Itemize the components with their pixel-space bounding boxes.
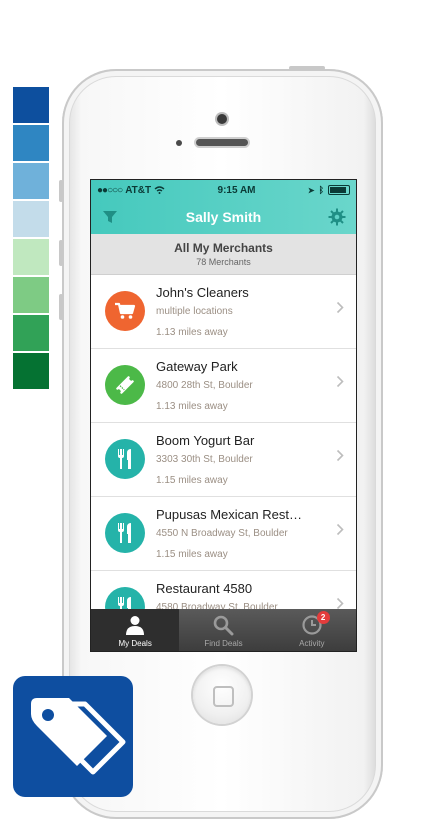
merchant-distance: 1.13 miles away xyxy=(156,327,228,338)
person-icon xyxy=(126,616,145,635)
volume-down-button xyxy=(59,294,63,320)
merchant-name: Restaurant 4580 xyxy=(156,581,253,596)
status-time: 9:15 AM xyxy=(217,184,256,196)
chevron-right-icon xyxy=(336,301,344,314)
merchant-address: 4800 28th St, Boulder xyxy=(156,380,253,391)
merchant-distance: 1.13 miles away xyxy=(156,401,228,412)
camera-icon xyxy=(217,114,227,124)
tab-bar: My Deals Find Deals 2 Activity xyxy=(91,609,356,651)
merchant-row[interactable]: John's Cleaners multiple locations 1.13 … xyxy=(91,275,356,349)
page-title: Sally Smith xyxy=(185,209,262,225)
merchant-row[interactable]: Pupusas Mexican Rest… 4550 N Broadway St… xyxy=(91,497,356,571)
filter-icon xyxy=(103,211,117,223)
merchant-name: Pupusas Mexican Rest… xyxy=(156,507,302,522)
cart-icon xyxy=(115,302,136,319)
merchant-name: John's Cleaners xyxy=(156,285,249,300)
merchant-address: multiple locations xyxy=(156,306,233,317)
palette-swatch xyxy=(13,87,49,123)
merchant-address: 4550 N Broadway St, Boulder xyxy=(156,528,288,539)
app-screen: ●●○○○ AT&T 9:15 AM ➤ ᛒ Sally Smith All M… xyxy=(90,179,357,652)
gear-icon xyxy=(328,208,346,226)
nav-bar: Sally Smith xyxy=(91,200,356,234)
price-tags-icon xyxy=(31,698,126,775)
battery-icon xyxy=(328,185,350,195)
wifi-icon xyxy=(154,186,165,194)
speaker-grille xyxy=(196,139,248,146)
color-palette xyxy=(13,87,49,391)
merchant-count: 78 Merchants xyxy=(196,257,251,267)
tab-find-deals[interactable]: Find Deals xyxy=(179,609,267,651)
merchant-row[interactable]: Boom Yogurt Bar 3303 30th St, Boulder 1.… xyxy=(91,423,356,497)
carrier-label: AT&T xyxy=(125,184,152,196)
search-icon xyxy=(214,615,234,636)
tab-label: My Deals xyxy=(118,639,152,648)
palette-swatch xyxy=(13,239,49,275)
section-title: All My Merchants xyxy=(174,241,273,255)
tab-label: Activity xyxy=(299,639,325,648)
merchant-distance: 1.15 miles away xyxy=(156,549,228,560)
merchant-icon-badge xyxy=(105,365,145,405)
palette-swatch xyxy=(13,277,49,313)
merchant-icon-badge xyxy=(105,439,145,479)
palette-swatch xyxy=(13,315,49,351)
merchant-icon-badge xyxy=(105,291,145,331)
palette-swatch xyxy=(13,163,49,199)
proximity-sensor xyxy=(176,140,182,146)
merchant-name: Gateway Park xyxy=(156,359,238,374)
fork-knife-icon xyxy=(118,449,131,469)
power-button xyxy=(289,66,325,70)
palette-swatch xyxy=(13,201,49,237)
mute-switch xyxy=(59,180,63,202)
bluetooth-icon: ᛒ xyxy=(318,185,324,195)
chevron-right-icon xyxy=(336,449,344,462)
palette-swatch xyxy=(13,125,49,161)
section-header: All My Merchants 78 Merchants xyxy=(91,234,356,275)
activity-badge: 2 xyxy=(316,611,330,624)
signal-icon: ●●○○○ xyxy=(97,184,123,196)
chevron-right-icon xyxy=(336,523,344,536)
palette-swatch xyxy=(13,353,49,389)
tab-label: Find Deals xyxy=(204,639,243,648)
merchant-icon-badge xyxy=(105,513,145,553)
tab-activity[interactable]: 2 Activity xyxy=(268,609,356,651)
tab-my-deals[interactable]: My Deals xyxy=(91,609,180,651)
merchant-distance: 1.15 miles away xyxy=(156,475,228,486)
merchant-name: Boom Yogurt Bar xyxy=(156,433,255,448)
filter-button[interactable] xyxy=(99,206,121,228)
settings-button[interactable] xyxy=(326,206,348,228)
volume-up-button xyxy=(59,240,63,266)
fork-knife-icon xyxy=(118,523,131,543)
home-square-icon xyxy=(213,686,234,707)
app-logo xyxy=(13,676,133,797)
merchant-list: John's Cleaners multiple locations 1.13 … xyxy=(91,275,356,645)
ticket-icon xyxy=(116,376,134,394)
chevron-right-icon xyxy=(336,375,344,388)
merchant-address: 3303 30th St, Boulder xyxy=(156,454,253,465)
status-bar: ●●○○○ AT&T 9:15 AM ➤ ᛒ xyxy=(91,180,356,200)
merchant-row[interactable]: Gateway Park 4800 28th St, Boulder 1.13 … xyxy=(91,349,356,423)
location-icon: ➤ xyxy=(307,185,315,195)
